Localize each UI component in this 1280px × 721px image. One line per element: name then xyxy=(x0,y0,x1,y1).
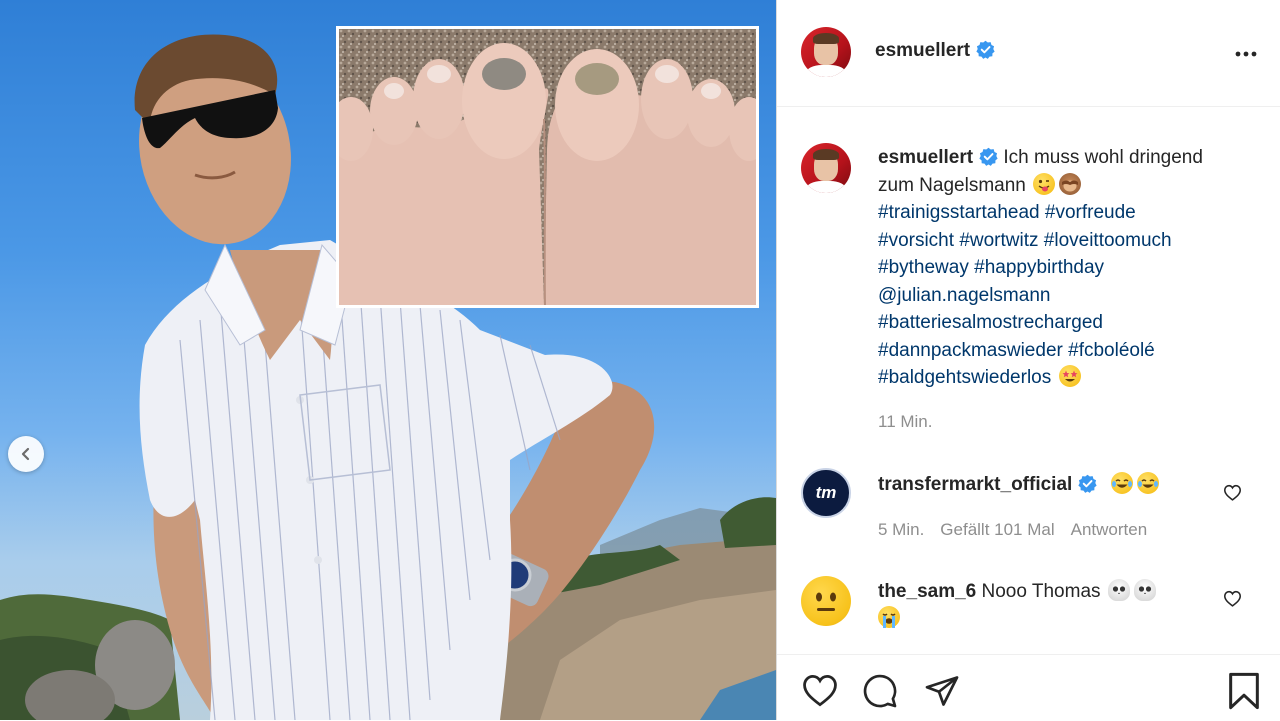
star-struck-emoji-icon xyxy=(1058,365,1081,387)
hashtag-link[interactable]: #wortwitz xyxy=(959,230,1038,251)
post-action-bar xyxy=(777,654,1280,721)
carousel-prev-button[interactable] xyxy=(8,436,44,472)
comment-timestamp[interactable]: 5 Min. xyxy=(878,520,924,539)
comment-text-row: the_sam_6 Nooo Thomas xyxy=(878,578,1208,632)
comment-text-row: transfermarkt_official xyxy=(878,472,1159,496)
comment-likes-count[interactable]: Gefällt 101 Mal xyxy=(940,520,1054,539)
commenter-avatar[interactable] xyxy=(801,576,851,626)
caption-text: Ich muss wohl dringend xyxy=(1003,147,1203,168)
post-caption: esmuellert Ich muss wohl dringend zum Na… xyxy=(878,144,1258,392)
hashtag-link[interactable]: #batteriesalmostrecharged xyxy=(878,312,1103,333)
caption-line-8: #baldgehtswiederlos xyxy=(878,364,1258,392)
caption-line-4: #bytheway #happybirthday xyxy=(878,254,1258,282)
commenter-avatar[interactable]: tm xyxy=(801,468,851,518)
comment-icon[interactable] xyxy=(861,673,899,709)
caption-author-username[interactable]: esmuellert xyxy=(878,147,973,168)
comment-like-heart-icon[interactable] xyxy=(1223,484,1242,501)
caption-line-3: #vorsicht #wortwitz #loveittoomuch xyxy=(878,227,1258,255)
author-name-row: esmuellert xyxy=(875,40,995,62)
hashtag-link[interactable]: #loveittoomuch xyxy=(1044,230,1172,251)
heart-icon[interactable] xyxy=(801,673,839,707)
inset-feet-photo xyxy=(336,26,759,308)
loudly-crying-emoji-icon xyxy=(878,606,900,628)
mention-link[interactable]: @julian.nagelsmann xyxy=(878,285,1050,306)
bookmark-icon[interactable] xyxy=(1227,671,1261,711)
share-icon[interactable] xyxy=(923,673,961,709)
caption-line-1: zum Nagelsmann xyxy=(878,172,1258,200)
comment-like-heart-icon[interactable] xyxy=(1223,590,1242,607)
author-avatar[interactable] xyxy=(801,27,851,77)
post-photo[interactable] xyxy=(0,0,776,720)
laughing-tears-emoji-icon xyxy=(1110,472,1133,494)
caption-line-2: #trainigsstartahead #vorfreude xyxy=(878,199,1258,227)
comment-text: Nooo Thomas xyxy=(981,581,1101,602)
post-side-panel: esmuellert esmuellert Ich muss wohl drin… xyxy=(777,0,1280,720)
caption-text: zum Nagelsmann xyxy=(878,174,1032,196)
comment-reply-button[interactable]: Antworten xyxy=(1071,520,1148,539)
hashtag-link[interactable]: #happybirthday xyxy=(974,257,1104,278)
post-timestamp[interactable]: 11 Min. xyxy=(878,412,933,432)
caption-line-6: #batteriesalmostrecharged xyxy=(878,309,1258,337)
caption-line-0: esmuellert Ich muss wohl dringend xyxy=(878,144,1258,172)
chevron-left-icon xyxy=(21,447,30,461)
laughing-tears-emoji-icon xyxy=(1136,472,1159,494)
hashtag-link[interactable]: #dannpackmaswieder xyxy=(878,340,1063,361)
verified-badge-icon xyxy=(976,40,995,59)
commenter-username[interactable]: transfermarkt_official xyxy=(878,474,1072,495)
caption-line-7: #dannpackmaswieder #fcboléolé xyxy=(878,337,1258,365)
hashtag-link[interactable]: #fcboléolé xyxy=(1068,340,1155,361)
caption-author-avatar[interactable] xyxy=(801,143,851,193)
neutral-face-emoji-icon xyxy=(816,592,836,611)
post-header: esmuellert xyxy=(777,0,1280,107)
skull-emoji-icon xyxy=(1133,579,1156,601)
skull-emoji-icon xyxy=(1107,579,1130,601)
hashtag-link[interactable]: #baldgehtswiederlos xyxy=(878,367,1051,388)
comment-meta: 5 Min. Gefällt 101 Mal Antworten xyxy=(878,520,1163,540)
hashtag-link[interactable]: #vorsicht xyxy=(878,230,954,251)
caption-space xyxy=(1051,367,1056,388)
verified-badge-icon xyxy=(979,147,998,166)
more-options-icon[interactable] xyxy=(1234,42,1258,66)
hashtag-link[interactable]: #bytheway xyxy=(878,257,969,278)
author-username[interactable]: esmuellert xyxy=(875,40,970,61)
winking-tongue-emoji-icon xyxy=(1033,172,1056,195)
verified-badge-icon xyxy=(1078,474,1097,493)
hashtag-link[interactable]: #trainigsstartahead xyxy=(878,202,1040,223)
see-no-evil-monkey-emoji-icon xyxy=(1059,172,1082,195)
commenter-username[interactable]: the_sam_6 xyxy=(878,581,976,602)
caption-line-5: @julian.nagelsmann xyxy=(878,282,1258,310)
hashtag-link[interactable]: #vorfreude xyxy=(1045,202,1136,223)
transfermarkt-logo-text: tm xyxy=(815,483,837,502)
